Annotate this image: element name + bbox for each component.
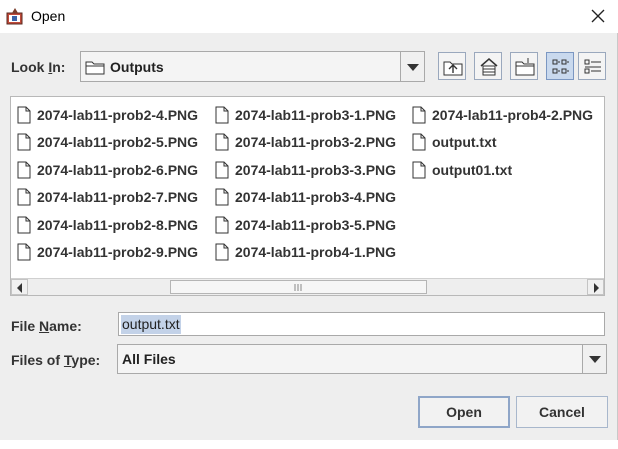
file-item-label: output01.txt xyxy=(432,161,513,178)
cancel-button[interactable]: Cancel xyxy=(516,396,608,428)
home-button[interactable] xyxy=(474,52,502,80)
file-item[interactable]: 2074-lab11-prob2-8.PNG xyxy=(17,211,198,239)
file-list[interactable]: 2074-lab11-prob2-4.PNG 2074-lab11-prob2-5… xyxy=(10,96,605,296)
file-item[interactable]: 2074-lab11-prob2-6.PNG xyxy=(17,156,198,184)
chevron-right-icon xyxy=(594,283,599,293)
home-icon xyxy=(480,58,498,76)
file-item[interactable]: 2074-lab11-prob3-3.PNG xyxy=(215,156,396,184)
file-item[interactable]: 2074-lab11-prob2-4.PNG xyxy=(17,101,198,129)
folder-icon xyxy=(85,61,105,75)
file-item-label: 2074-lab11-prob3-5.PNG xyxy=(235,216,397,233)
scroll-right-button[interactable] xyxy=(587,279,604,295)
look-in-label: Look In: xyxy=(11,59,66,75)
open-button[interactable]: Open xyxy=(418,396,510,428)
window-bottom-edge xyxy=(0,440,618,449)
look-in-combo[interactable]: Outputs xyxy=(80,51,425,82)
file-column-3: 2074-lab11-prob4-2.PNG output.txt output01… xyxy=(412,101,593,184)
scroll-left-button[interactable] xyxy=(11,279,28,295)
grip-icon xyxy=(294,284,302,291)
new-folder-button[interactable] xyxy=(510,52,538,80)
details-view-button[interactable] xyxy=(578,52,606,80)
file-item-label: 2074-lab11-prob3-4.PNG xyxy=(235,189,397,206)
file-column-2: 2074-lab11-prob3-1.PNG 2074-lab11-prob3-2… xyxy=(215,101,396,266)
chevron-left-icon xyxy=(17,283,22,293)
file-item[interactable]: 2074-lab11-prob4-2.PNG xyxy=(412,101,593,129)
file-type-value: All Files xyxy=(122,351,176,367)
file-item[interactable]: 2074-lab11-prob3-1.PNG xyxy=(215,101,396,129)
file-name-label: File Name: xyxy=(11,318,82,334)
file-item-label: 2074-lab11-prob2-8.PNG xyxy=(37,216,199,233)
file-item[interactable]: 2074-lab11-prob2-9.PNG xyxy=(17,239,198,267)
file-name-field[interactable]: output.txt xyxy=(118,312,605,336)
file-item[interactable]: output.txt xyxy=(412,129,593,157)
file-icon xyxy=(215,106,229,124)
file-item-label: 2074-lab11-prob2-4.PNG xyxy=(37,106,199,123)
file-item-label: 2074-lab11-prob2-6.PNG xyxy=(37,161,199,178)
file-icon xyxy=(17,161,31,179)
list-view-button[interactable] xyxy=(546,52,574,80)
file-item-label: 2074-lab11-prob4-2.PNG xyxy=(432,106,594,123)
file-item-label: 2074-lab11-prob4-1.PNG xyxy=(235,244,397,261)
look-in-dropdown-button[interactable] xyxy=(400,52,424,81)
file-item[interactable]: 2074-lab11-prob2-5.PNG xyxy=(17,129,198,157)
details-view-icon xyxy=(584,59,601,74)
file-type-dropdown-button[interactable] xyxy=(582,345,606,373)
java-app-icon xyxy=(6,8,23,25)
file-item[interactable]: 2074-lab11-prob2-7.PNG xyxy=(17,184,198,212)
file-item[interactable]: output01.txt xyxy=(412,156,593,184)
file-icon xyxy=(215,133,229,151)
file-icon xyxy=(412,106,426,124)
file-item[interactable]: 2074-lab11-prob3-2.PNG xyxy=(215,129,396,157)
up-one-level-button[interactable] xyxy=(438,52,466,80)
horizontal-scrollbar[interactable] xyxy=(11,278,604,295)
open-dialog: Open Look In: Outputs 2074-lab11-prob2-4… xyxy=(0,0,618,449)
file-item-label: output.txt xyxy=(432,134,497,151)
file-column-1: 2074-lab11-prob2-4.PNG 2074-lab11-prob2-5… xyxy=(17,101,198,266)
new-folder-icon xyxy=(515,58,535,76)
file-icon xyxy=(17,188,31,206)
file-item-label: 2074-lab11-prob2-7.PNG xyxy=(37,189,199,206)
file-icon xyxy=(412,133,426,151)
file-item-label: 2074-lab11-prob3-1.PNG xyxy=(235,106,397,123)
file-item-label: 2074-lab11-prob3-2.PNG xyxy=(235,134,397,151)
file-icon xyxy=(412,161,426,179)
file-item-label: 2074-lab11-prob2-5.PNG xyxy=(37,134,199,151)
file-item-label: 2074-lab11-prob3-3.PNG xyxy=(235,161,397,178)
chevron-down-icon xyxy=(407,64,419,71)
file-item[interactable]: 2074-lab11-prob3-4.PNG xyxy=(215,184,396,212)
close-icon[interactable] xyxy=(588,6,608,26)
up-one-level-icon xyxy=(443,61,463,76)
scrollbar-thumb[interactable] xyxy=(170,280,427,294)
file-item[interactable]: 2074-lab11-prob3-5.PNG xyxy=(215,211,396,239)
file-icon xyxy=(215,161,229,179)
file-icon xyxy=(17,243,31,261)
file-icon xyxy=(215,243,229,261)
file-name-value: output.txt xyxy=(121,315,181,334)
file-item[interactable]: 2074-lab11-prob4-1.PNG xyxy=(215,239,396,267)
file-icon xyxy=(17,216,31,234)
file-item-label: 2074-lab11-prob2-9.PNG xyxy=(37,244,199,261)
file-type-combo[interactable]: All Files xyxy=(117,344,607,374)
file-icon xyxy=(17,133,31,151)
file-icon xyxy=(215,216,229,234)
file-type-label: Files of Type: xyxy=(11,352,101,368)
chevron-down-icon xyxy=(589,356,601,363)
title-bar: Open xyxy=(0,0,618,33)
look-in-value: Outputs xyxy=(110,59,164,75)
file-icon xyxy=(215,188,229,206)
list-view-icon xyxy=(552,59,569,74)
file-icon xyxy=(17,106,31,124)
window-title: Open xyxy=(31,8,66,24)
